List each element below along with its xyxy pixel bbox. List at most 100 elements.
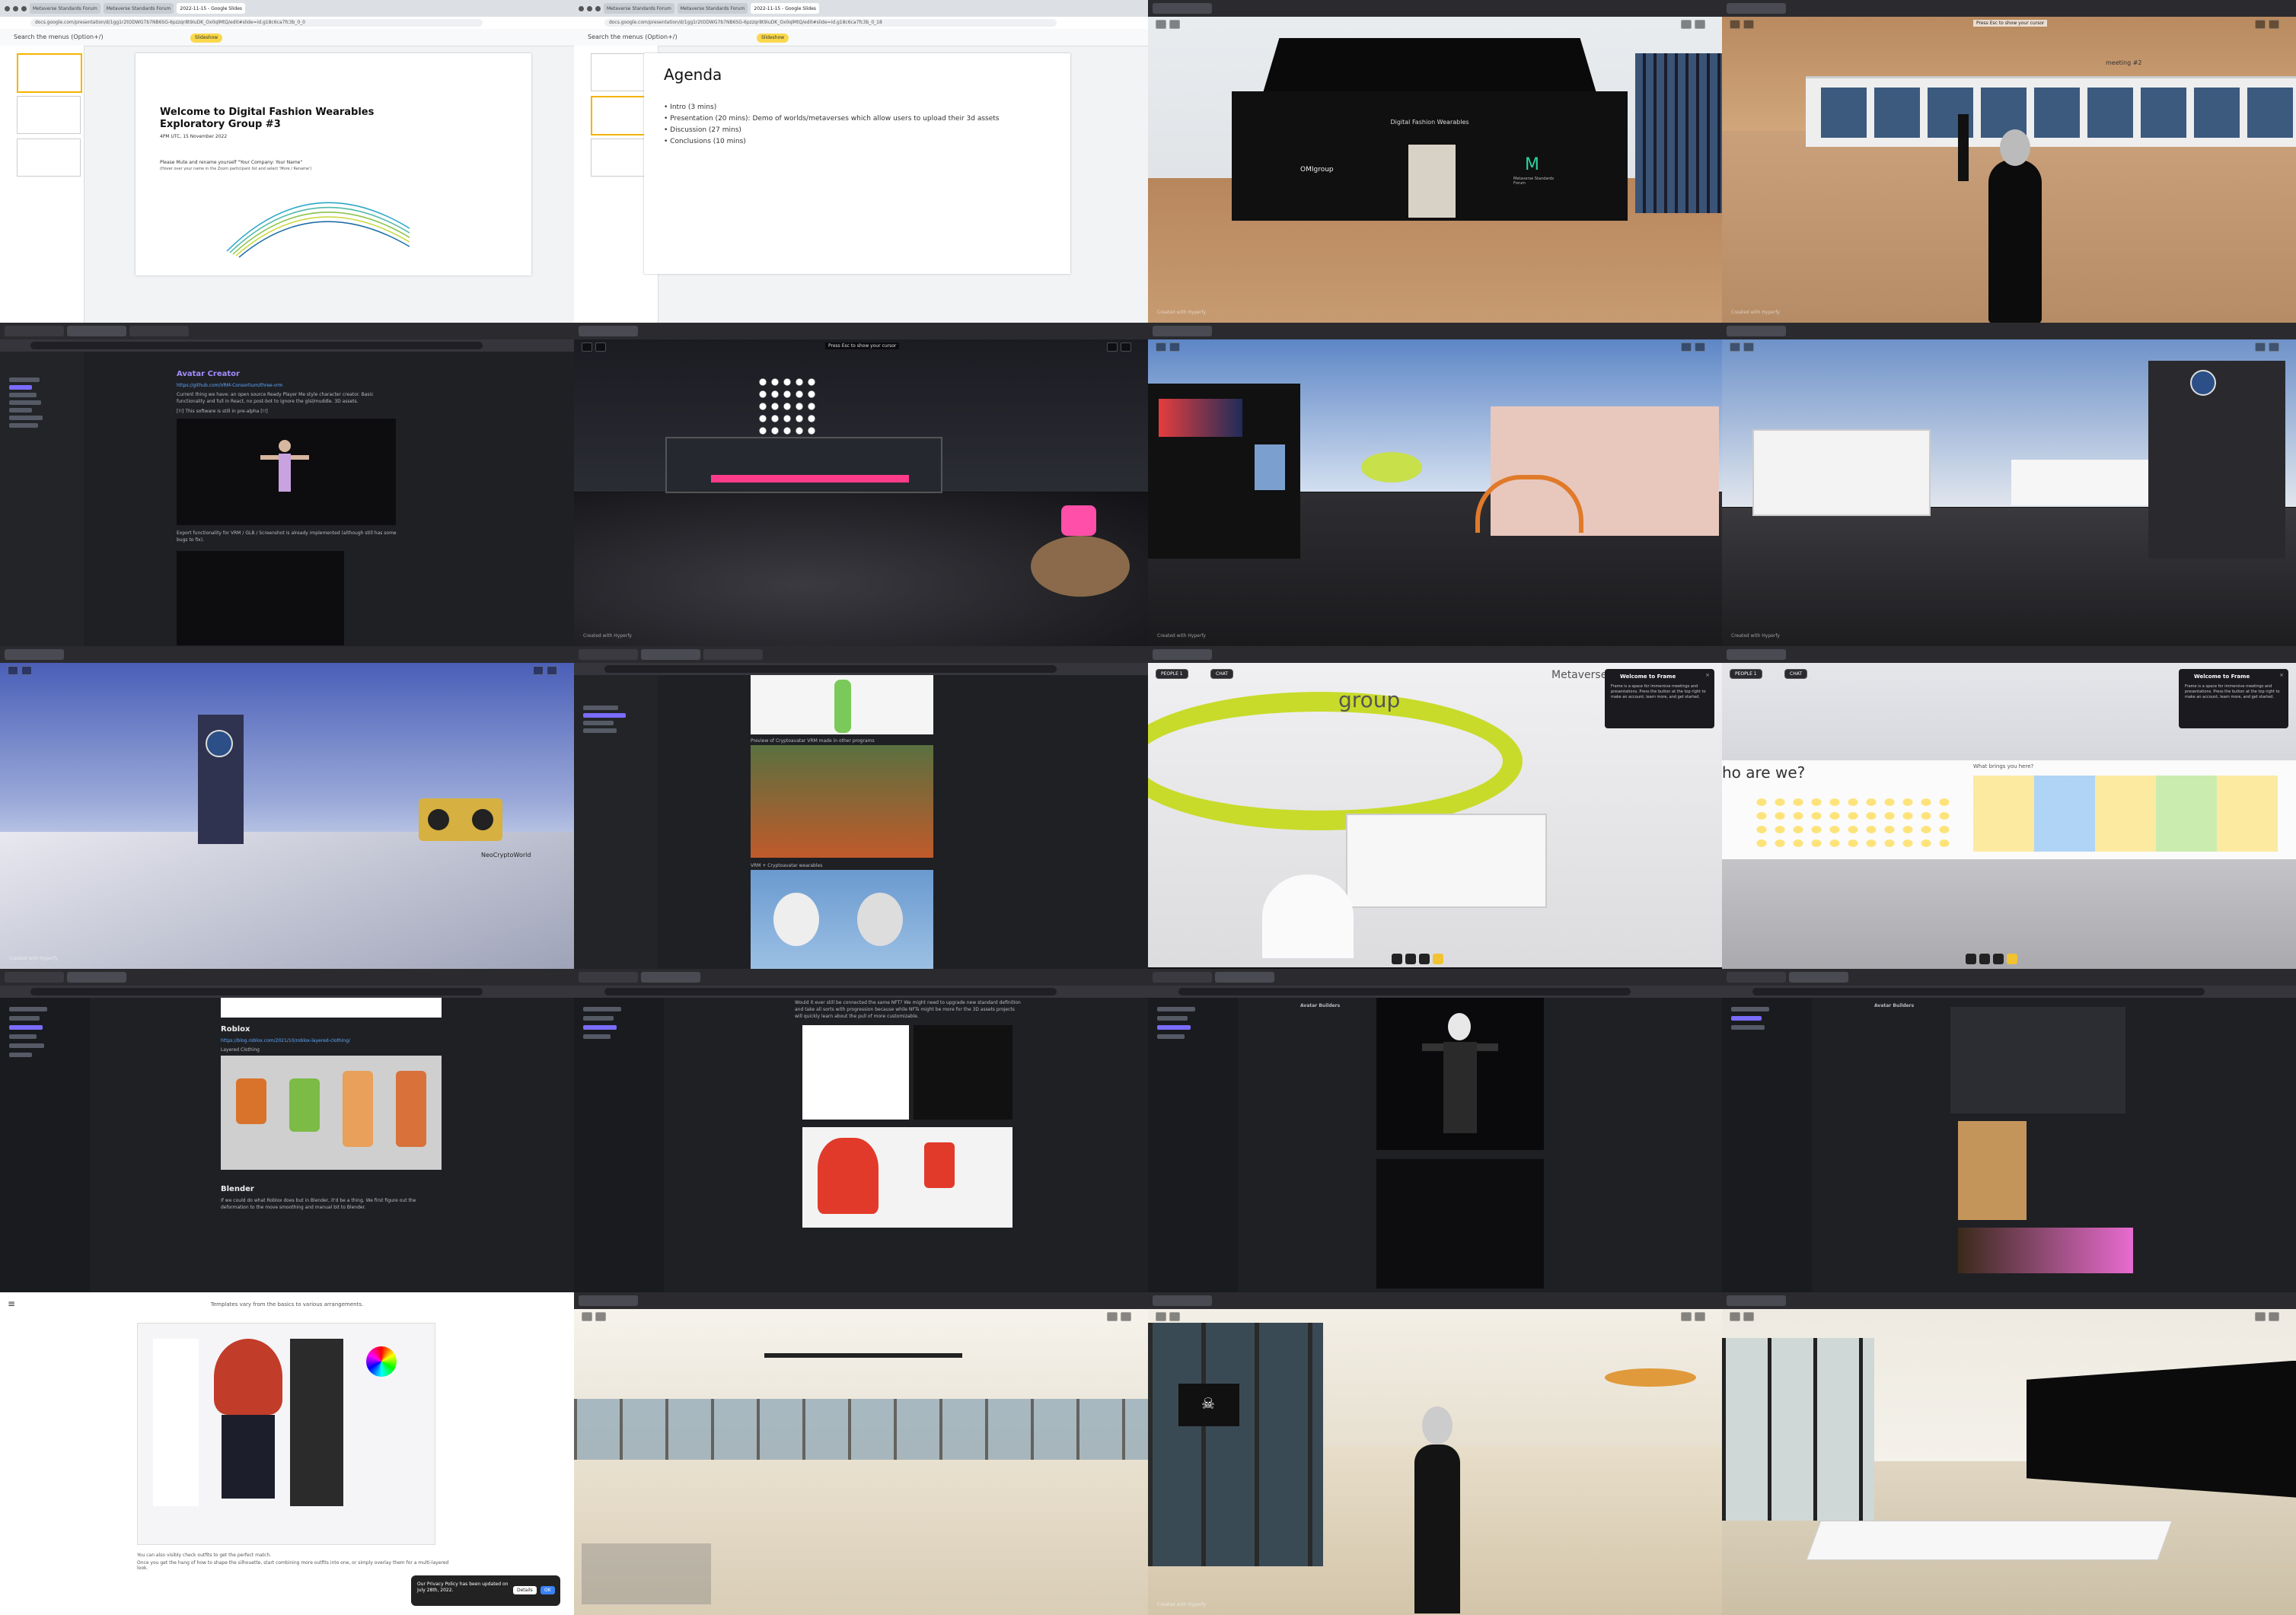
slideshow-button[interactable]: Slideshow: [190, 33, 223, 43]
menu-search[interactable]: Search the menus (Option+/): [588, 33, 678, 40]
sidebar-item[interactable]: [9, 377, 40, 383]
browser-tab[interactable]: [579, 972, 638, 983]
sidebar-item[interactable]: [9, 1034, 37, 1040]
mic-icon[interactable]: [1107, 342, 1118, 352]
sidebar-item[interactable]: [9, 385, 32, 390]
url-field[interactable]: [604, 988, 1057, 996]
browser-tab[interactable]: [579, 1295, 638, 1306]
browser-tab[interactable]: [579, 648, 638, 660]
chat-icon[interactable]: [1169, 1311, 1180, 1321]
sidebar-item[interactable]: [9, 416, 43, 421]
url-field[interactable]: [30, 988, 483, 996]
browser-tab[interactable]: [5, 972, 64, 983]
menu-icon[interactable]: [1730, 1311, 1740, 1321]
menu-icon[interactable]: [1730, 342, 1740, 352]
browser-tab[interactable]: [5, 648, 64, 660]
sidebar-item[interactable]: [1157, 1025, 1191, 1030]
mic-icon[interactable]: [1107, 1311, 1118, 1321]
avatar-icon[interactable]: [1121, 342, 1131, 352]
color-wheel[interactable]: [366, 1346, 397, 1377]
sidebar-item[interactable]: [1731, 1025, 1765, 1030]
browser-tab[interactable]: 2022-11-15 - Google Slides: [751, 3, 820, 14]
address-bar[interactable]: [0, 339, 574, 352]
address-bar[interactable]: [1722, 986, 2296, 999]
mic-icon[interactable]: [1681, 342, 1692, 352]
sidebar-item[interactable]: [9, 1016, 40, 1021]
browser-tab[interactable]: [1727, 326, 1786, 337]
sidebar-item[interactable]: [1731, 1016, 1762, 1021]
avatar-icon[interactable]: [2269, 1311, 2279, 1321]
url-field[interactable]: [1752, 988, 2205, 996]
browser-tab[interactable]: [1153, 326, 1212, 337]
share-icon[interactable]: [1993, 954, 2004, 965]
browser-tab[interactable]: [1153, 1295, 1212, 1306]
slide-thumbnail[interactable]: [17, 139, 81, 177]
camera-icon[interactable]: [1979, 954, 1990, 965]
avatar-preview[interactable]: [177, 419, 396, 526]
chat-button[interactable]: CHAT: [1210, 668, 1234, 679]
menu-icon[interactable]: [1156, 1311, 1166, 1321]
url-field[interactable]: [604, 664, 1057, 673]
sidebar-item[interactable]: [583, 1034, 611, 1040]
people-button[interactable]: PEOPLE 1: [1730, 668, 1762, 679]
url-field[interactable]: docs.google.com/presentation/d/1gg1r2tOD…: [604, 19, 1057, 27]
window-dot[interactable]: [5, 5, 10, 11]
share-icon[interactable]: [1419, 954, 1430, 965]
browser-tab[interactable]: [1727, 648, 1786, 660]
browser-tab[interactable]: [5, 326, 64, 337]
mic-icon[interactable]: [533, 665, 544, 675]
mic-icon[interactable]: [2255, 20, 2266, 29]
whiteboard[interactable]: ho are we? What brings you here?: [1722, 760, 2296, 859]
doc-link[interactable]: https://github.com/VRM-Consortium/three-…: [177, 382, 282, 389]
sidebar-item[interactable]: [583, 1016, 614, 1021]
mic-icon[interactable]: [1681, 20, 1692, 29]
browser-tab[interactable]: [1727, 972, 1786, 983]
chat-icon[interactable]: [1743, 1311, 1754, 1321]
window-dot[interactable]: [579, 5, 584, 11]
address-bar[interactable]: docs.google.com/presentation/d/1gg1r2tOD…: [574, 17, 1148, 30]
close-icon[interactable]: ×: [1705, 672, 1710, 678]
menu-icon[interactable]: [1156, 342, 1166, 352]
sidebar-item[interactable]: [1731, 1007, 1769, 1012]
avatar-preview-2[interactable]: [177, 551, 344, 646]
slide-canvas[interactable]: Welcome to Digital Fashion Wearables Exp…: [136, 53, 531, 276]
window-dot[interactable]: [595, 5, 601, 11]
browser-tab[interactable]: [1727, 1295, 1786, 1306]
sidebar-item[interactable]: [9, 1043, 44, 1049]
slide-thumbnail[interactable]: [17, 53, 82, 93]
sidebar-item[interactable]: [9, 1053, 32, 1058]
browser-tab[interactable]: [1727, 3, 1786, 14]
slide-thumbnail[interactable]: [17, 96, 81, 134]
window-dot[interactable]: [21, 5, 27, 11]
avatar-icon[interactable]: [1695, 20, 1705, 29]
emoji-icon[interactable]: [2007, 954, 2017, 965]
url-field[interactable]: [30, 342, 483, 350]
menu-search[interactable]: Search the menus (Option+/): [14, 33, 104, 40]
browser-tab[interactable]: [641, 972, 700, 983]
doc-link[interactable]: https://blog.roblox.com/2021/10/roblox-l…: [221, 1037, 350, 1044]
browser-tab[interactable]: [1215, 972, 1274, 983]
browser-tab[interactable]: Metaverse Standards Forum: [677, 3, 748, 14]
browser-tab[interactable]: [129, 326, 189, 337]
window-dot[interactable]: [13, 5, 18, 11]
browser-tab[interactable]: [1153, 648, 1212, 660]
chat-icon[interactable]: [1743, 20, 1754, 29]
details-button[interactable]: Details: [513, 1585, 537, 1594]
avatar-icon[interactable]: [2269, 20, 2279, 29]
avatar-icon[interactable]: [547, 665, 557, 675]
menu-icon[interactable]: [582, 342, 592, 352]
browser-tab[interactable]: [67, 972, 126, 983]
sidebar-item[interactable]: [9, 1025, 43, 1030]
pavilion-door[interactable]: [1408, 145, 1456, 218]
browser-tab[interactable]: Metaverse Standards Forum: [604, 3, 674, 14]
chat-icon[interactable]: [595, 342, 606, 352]
slideshow-button[interactable]: Slideshow: [757, 33, 789, 43]
address-bar[interactable]: [0, 986, 574, 999]
browser-tab[interactable]: [67, 326, 126, 337]
mic-icon[interactable]: [2255, 342, 2266, 352]
avatar-icon[interactable]: [2269, 342, 2279, 352]
people-button[interactable]: PEOPLE 1: [1156, 668, 1188, 679]
mic-icon[interactable]: [1966, 954, 1976, 965]
emoji-icon[interactable]: [1433, 954, 1443, 965]
sticky-notes[interactable]: [1752, 795, 1950, 849]
